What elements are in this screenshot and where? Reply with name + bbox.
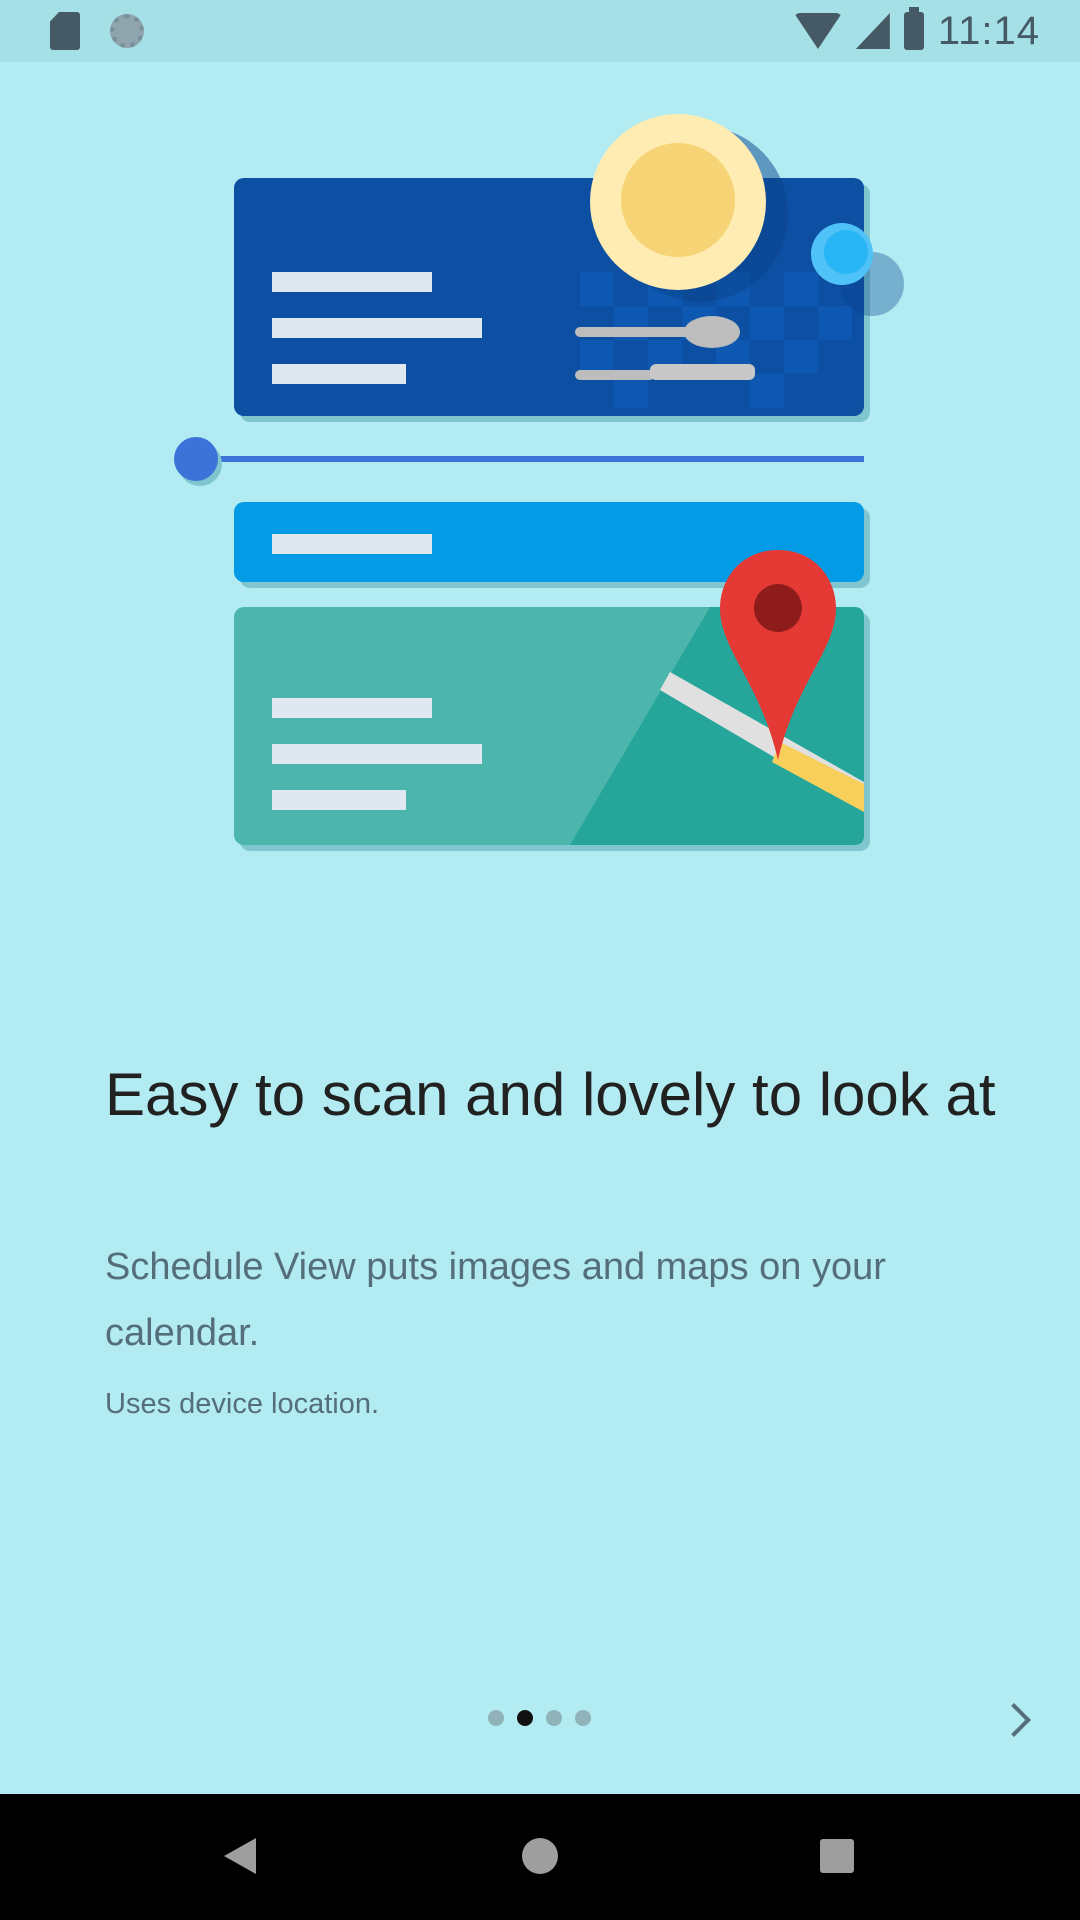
- status-time: 11:14: [937, 8, 1040, 53]
- back-icon[interactable]: [224, 1838, 256, 1874]
- page-dot-3: [546, 1710, 562, 1726]
- restaurant-card: [234, 114, 904, 422]
- next-button[interactable]: [990, 1692, 1046, 1748]
- sync-icon: [110, 14, 144, 48]
- chevron-right-icon: [997, 1703, 1031, 1737]
- signal-icon: [855, 13, 890, 49]
- location-card: [234, 550, 870, 851]
- home-icon[interactable]: [522, 1838, 558, 1874]
- page-dot-4: [575, 1710, 591, 1726]
- page-indicator: [488, 1710, 591, 1726]
- sd-card-icon: [50, 12, 80, 50]
- status-bar: 11:14: [0, 0, 1080, 62]
- onboarding-illustration: [174, 114, 904, 851]
- system-nav-bar: [0, 1794, 1080, 1920]
- location-note: Uses device location.: [105, 1388, 380, 1420]
- page-dot-2-active: [517, 1710, 533, 1726]
- timeline-slider: [174, 437, 864, 486]
- onboarding-headline: Easy to scan and lovely to look at: [105, 1061, 996, 1128]
- battery-icon: [903, 7, 924, 50]
- onboarding-subtitle: Schedule View puts images and maps on yo…: [105, 1246, 886, 1354]
- page-dot-1: [488, 1710, 504, 1726]
- recents-icon[interactable]: [820, 1839, 854, 1873]
- wifi-icon: [793, 13, 842, 49]
